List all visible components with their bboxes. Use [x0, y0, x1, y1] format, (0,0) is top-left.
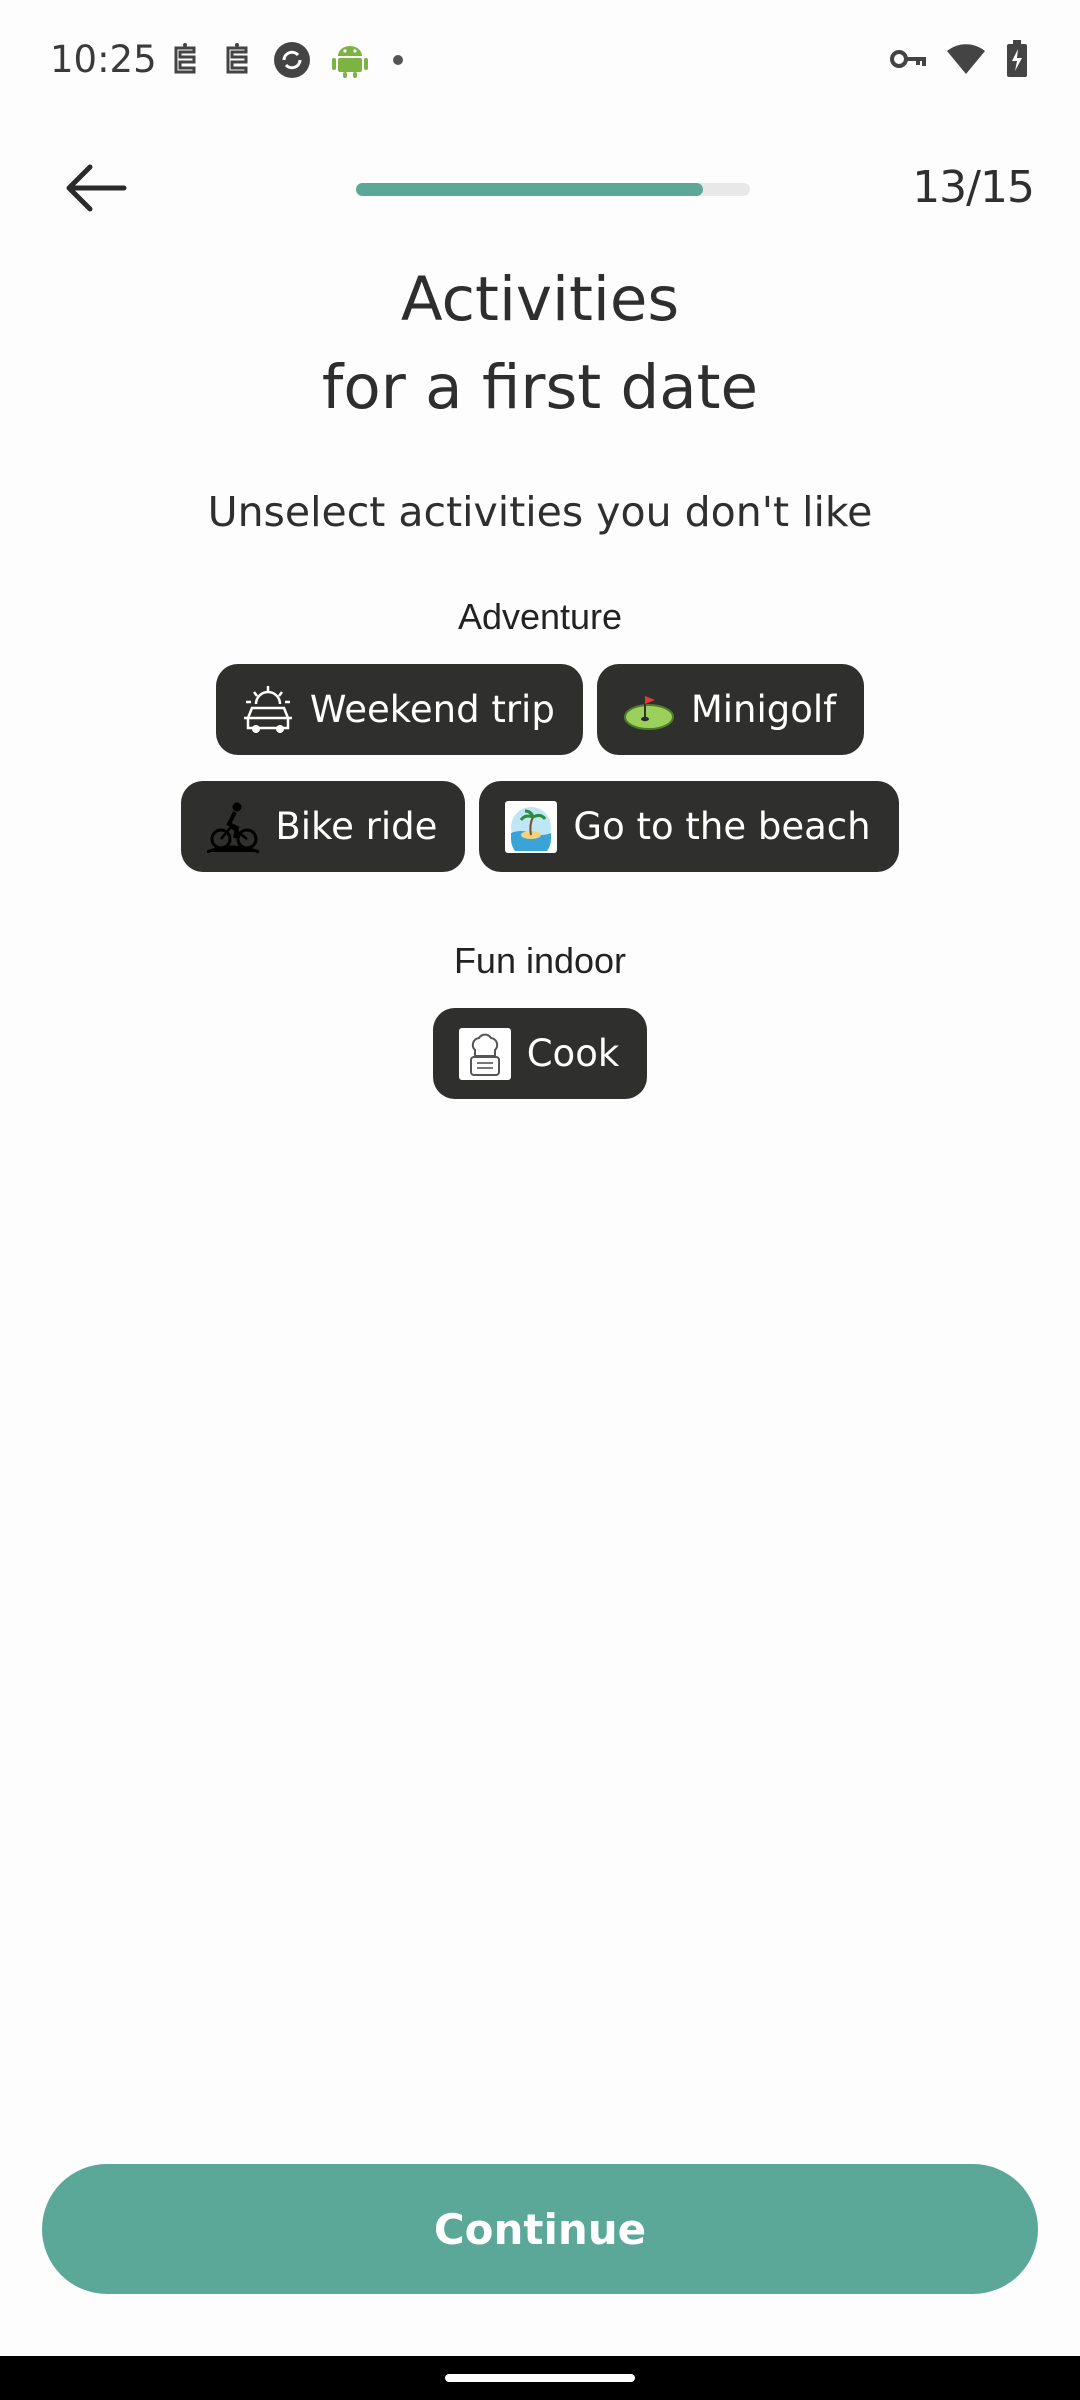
beach-icon	[505, 800, 558, 853]
status-bar: 10:25	[0, 0, 1080, 125]
activity-chip-label: Minigolf	[690, 688, 837, 731]
activity-chip-label: Go to the beach	[573, 805, 871, 848]
chips-row: Weekend trip Minigolf	[0, 664, 1080, 755]
activity-chip-weekend-trip[interactable]: Weekend trip	[215, 664, 583, 755]
page-title: Activities for a first date	[0, 256, 1080, 432]
page-title-line1: Activities	[400, 264, 680, 335]
notification-icon	[220, 42, 254, 83]
minigolf-icon	[623, 684, 675, 736]
bike-icon	[207, 801, 260, 853]
group-title-fun-indoor: Fun indoor	[453, 940, 627, 981]
chips-row: Bike ride Go to the beach	[0, 781, 1080, 872]
status-system-icons	[890, 40, 1028, 83]
dot-icon	[388, 50, 408, 75]
vpn-key-icon	[890, 44, 926, 79]
activity-chip-go-to-the-beach[interactable]: Go to the beach	[479, 781, 899, 872]
group-title-adventure: Adventure	[457, 596, 623, 637]
step-counter: 13/15	[912, 162, 1035, 213]
wifi-icon	[946, 42, 986, 81]
activity-chip-label: Bike ride	[275, 805, 438, 848]
progress-fill	[356, 183, 703, 196]
chips-row: Cook	[0, 1008, 1080, 1099]
activity-chip-minigolf[interactable]: Minigolf	[596, 664, 865, 755]
activity-chip-label: Weekend trip	[309, 688, 555, 731]
android-icon	[330, 40, 370, 85]
notification-icon	[168, 42, 202, 83]
activity-chip-bike-ride[interactable]: Bike ride	[181, 781, 466, 872]
activity-chip-cook[interactable]: Cook	[432, 1008, 648, 1099]
home-indicator[interactable]	[445, 2374, 635, 2382]
car-sunrise-icon	[242, 684, 294, 736]
battery-charging-icon	[1006, 40, 1028, 83]
arrow-left-icon	[66, 164, 127, 212]
sync-icon	[272, 40, 312, 85]
continue-button[interactable]: Continue	[42, 2164, 1038, 2294]
status-time: 10:25	[50, 38, 157, 81]
back-button[interactable]	[60, 158, 150, 228]
page-subtitle: Unselect activities you don't like	[207, 488, 873, 536]
status-notification-icons	[168, 40, 408, 85]
system-nav-bar	[0, 2356, 1080, 2400]
page-title-line2: for a first date	[321, 352, 759, 423]
chef-hat-icon	[458, 1027, 511, 1080]
progress-bar	[356, 183, 750, 196]
activity-chip-label: Cook	[526, 1032, 620, 1075]
